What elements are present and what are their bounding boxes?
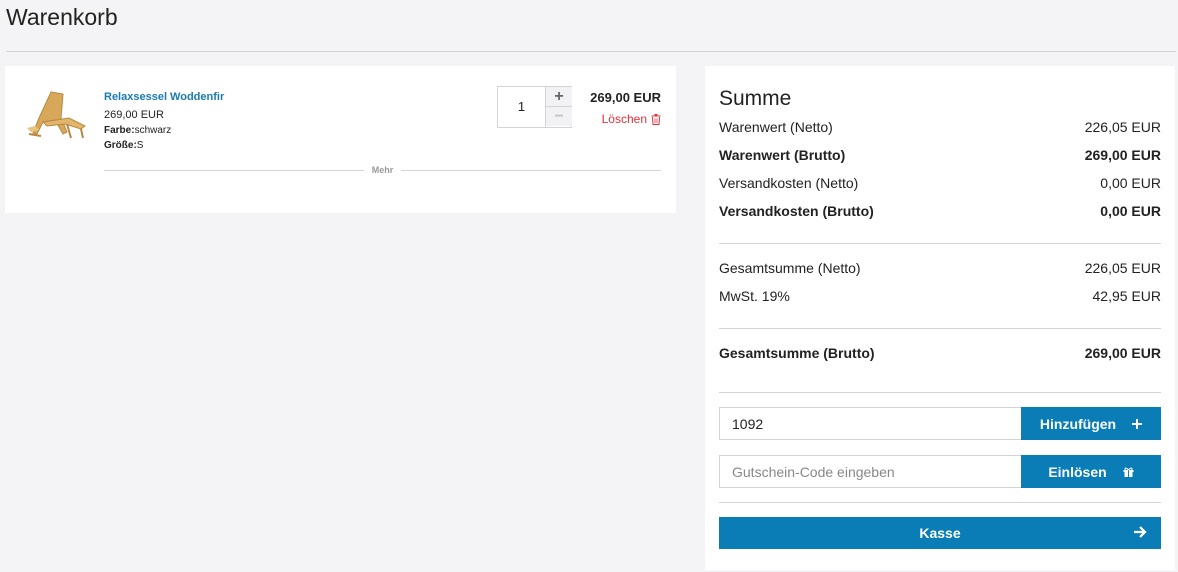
arrow-right-icon	[1134, 526, 1147, 538]
summary-value: 269,00 EUR	[1084, 147, 1161, 163]
summary-label: Warenwert (Brutto)	[719, 147, 846, 163]
summary-row-gross-value: Warenwert (Brutto) 269,00 EUR	[719, 146, 1161, 164]
page-title: Warenkorb	[6, 4, 118, 30]
minus-icon[interactable]: −	[546, 107, 572, 126]
product-unit-price: 269,00 EUR	[104, 109, 164, 121]
delete-label: Löschen	[601, 112, 647, 126]
summary-label: Gesamtsumme (Netto)	[719, 260, 861, 276]
quantity-buttons: + −	[545, 87, 572, 127]
summary-value: 226,05 EUR	[1084, 119, 1161, 135]
color-value: schwarz	[134, 125, 172, 136]
summary-value: 0,00 EUR	[1100, 203, 1161, 219]
trash-icon	[651, 113, 661, 125]
summary-row-total-gross: Gesamtsumme (Brutto) 269,00 EUR	[719, 344, 1161, 362]
summary-divider	[719, 502, 1161, 503]
more-button[interactable]: Mehr	[364, 165, 402, 175]
summary-label: Gesamtsumme (Brutto)	[719, 345, 875, 361]
checkout-button[interactable]: Kasse	[719, 517, 1161, 549]
redeem-button-label: Einlösen	[1048, 463, 1107, 480]
size-value: S	[136, 140, 144, 151]
line-total: 269,00 EUR	[590, 90, 661, 105]
article-number-input[interactable]	[719, 407, 1021, 440]
quantity-stepper: 1 + −	[497, 86, 572, 128]
summary-title: Summe	[719, 87, 792, 110]
summary-label: Versandkosten (Netto)	[719, 175, 859, 191]
title-divider	[6, 51, 1176, 52]
voucher-code-input[interactable]	[719, 455, 1021, 488]
summary-label: MwSt. 19%	[719, 288, 790, 304]
quantity-input[interactable]: 1	[498, 87, 545, 127]
product-color: Farbe:schwarz	[104, 125, 171, 136]
add-article-form: Hinzufügen	[719, 407, 1161, 440]
summary-label: Warenwert (Netto)	[719, 119, 833, 135]
more-toggle: Mehr	[104, 163, 662, 177]
more-divider-right	[401, 169, 662, 171]
redeem-button[interactable]: Einlösen	[1021, 455, 1161, 488]
voucher-form: Einlösen	[719, 455, 1161, 488]
checkout-label: Kasse	[919, 525, 961, 541]
size-label: Größe:	[104, 140, 137, 151]
color-label: Farbe:	[104, 125, 135, 136]
delete-button[interactable]: Löschen	[602, 112, 661, 126]
cart-item-panel: Relaxsessel Woddenfir 269,00 EUR Farbe:s…	[5, 66, 676, 213]
summary-label: Versandkosten (Brutto)	[719, 203, 874, 219]
plus-icon	[1132, 418, 1143, 429]
add-button[interactable]: Hinzufügen	[1021, 407, 1161, 440]
more-divider-left	[104, 169, 364, 171]
add-button-label: Hinzufügen	[1039, 415, 1117, 432]
summary-row-shipping-net: Versandkosten (Netto) 0,00 EUR	[719, 174, 1161, 192]
summary-row-vat: MwSt. 19% 42,95 EUR	[719, 287, 1161, 305]
summary-value: 0,00 EUR	[1100, 175, 1161, 191]
summary-row-total-net: Gesamtsumme (Netto) 226,05 EUR	[719, 259, 1161, 277]
summary-value: 269,00 EUR	[1084, 345, 1161, 361]
summary-value: 226,05 EUR	[1084, 260, 1161, 276]
product-size: Größe:S	[104, 140, 143, 151]
summary-value: 42,95 EUR	[1092, 288, 1161, 304]
plus-icon[interactable]: +	[546, 87, 572, 107]
summary-row-net-value: Warenwert (Netto) 226,05 EUR	[719, 118, 1161, 136]
summary-divider	[719, 328, 1161, 329]
summary-divider	[719, 392, 1161, 393]
summary-divider	[719, 243, 1161, 244]
summary-panel: Summe Warenwert (Netto) 226,05 EUR Waren…	[705, 66, 1175, 570]
summary-row-shipping-gross: Versandkosten (Brutto) 0,00 EUR	[719, 202, 1161, 220]
gift-icon	[1123, 467, 1134, 477]
product-name-link[interactable]: Relaxsessel Woddenfir	[104, 91, 224, 103]
product-thumbnail[interactable]	[21, 88, 91, 144]
